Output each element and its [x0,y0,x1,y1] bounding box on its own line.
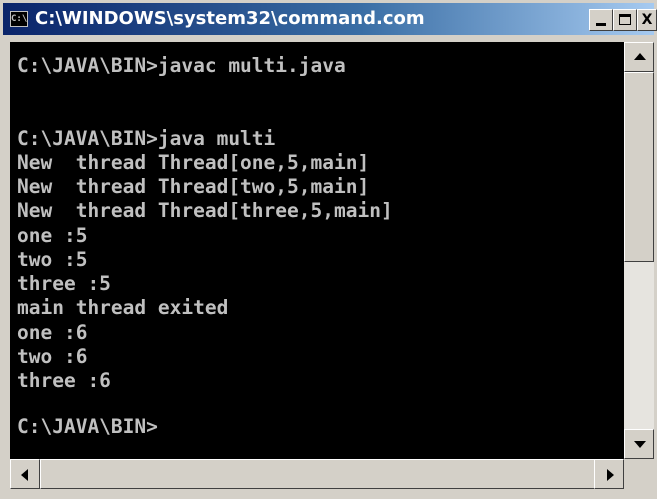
console-line: main thread exited [17,296,229,319]
console-output[interactable]: C:\JAVA\BIN>javac multi.java C:\JAVA\BIN… [10,42,624,459]
console-line: three :6 [17,369,111,392]
vertical-scrollbar[interactable] [624,42,654,459]
console-prompt: C:\JAVA\BIN> [17,415,158,438]
close-icon: X [641,12,653,28]
scroll-down-button[interactable] [624,429,654,459]
arrow-left-icon [21,469,28,481]
command-prompt-icon[interactable]: C:\ [10,11,28,27]
close-button[interactable]: X [637,9,657,31]
console-line: two :6 [17,345,88,368]
command-window: C:\ C:\WINDOWS\system32\command.com X C:… [0,0,657,499]
scroll-up-button[interactable] [624,42,654,72]
console-line: one :6 [17,321,88,344]
horizontal-scrollbar[interactable] [10,459,624,489]
minimize-icon [596,23,606,26]
arrow-right-icon [607,469,614,481]
console-line: New thread Thread[three,5,main] [17,199,393,222]
console-line: two :5 [17,248,88,271]
maximize-button[interactable] [613,9,637,31]
console-line: New thread Thread[one,5,main] [17,151,370,174]
console-line: New thread Thread[two,5,main] [17,175,370,198]
console-line: three :5 [17,272,111,295]
scroll-left-button[interactable] [10,459,40,489]
vertical-scroll-thumb[interactable] [624,72,654,262]
window-title: C:\WINDOWS\system32\command.com [35,8,425,29]
size-grip[interactable] [624,459,654,489]
arrow-up-icon [634,53,646,60]
minimize-button[interactable] [589,9,613,31]
console-line: C:\JAVA\BIN>java multi [17,127,276,150]
console-line: one :5 [17,224,88,247]
maximize-icon [619,14,631,25]
scroll-right-button[interactable] [594,459,624,489]
horizontal-scroll-thumb[interactable] [40,459,595,489]
console-line: C:\JAVA\BIN>javac multi.java [17,54,346,77]
arrow-down-icon [634,441,646,448]
title-bar[interactable]: C:\ C:\WINDOWS\system32\command.com X [3,3,657,35]
